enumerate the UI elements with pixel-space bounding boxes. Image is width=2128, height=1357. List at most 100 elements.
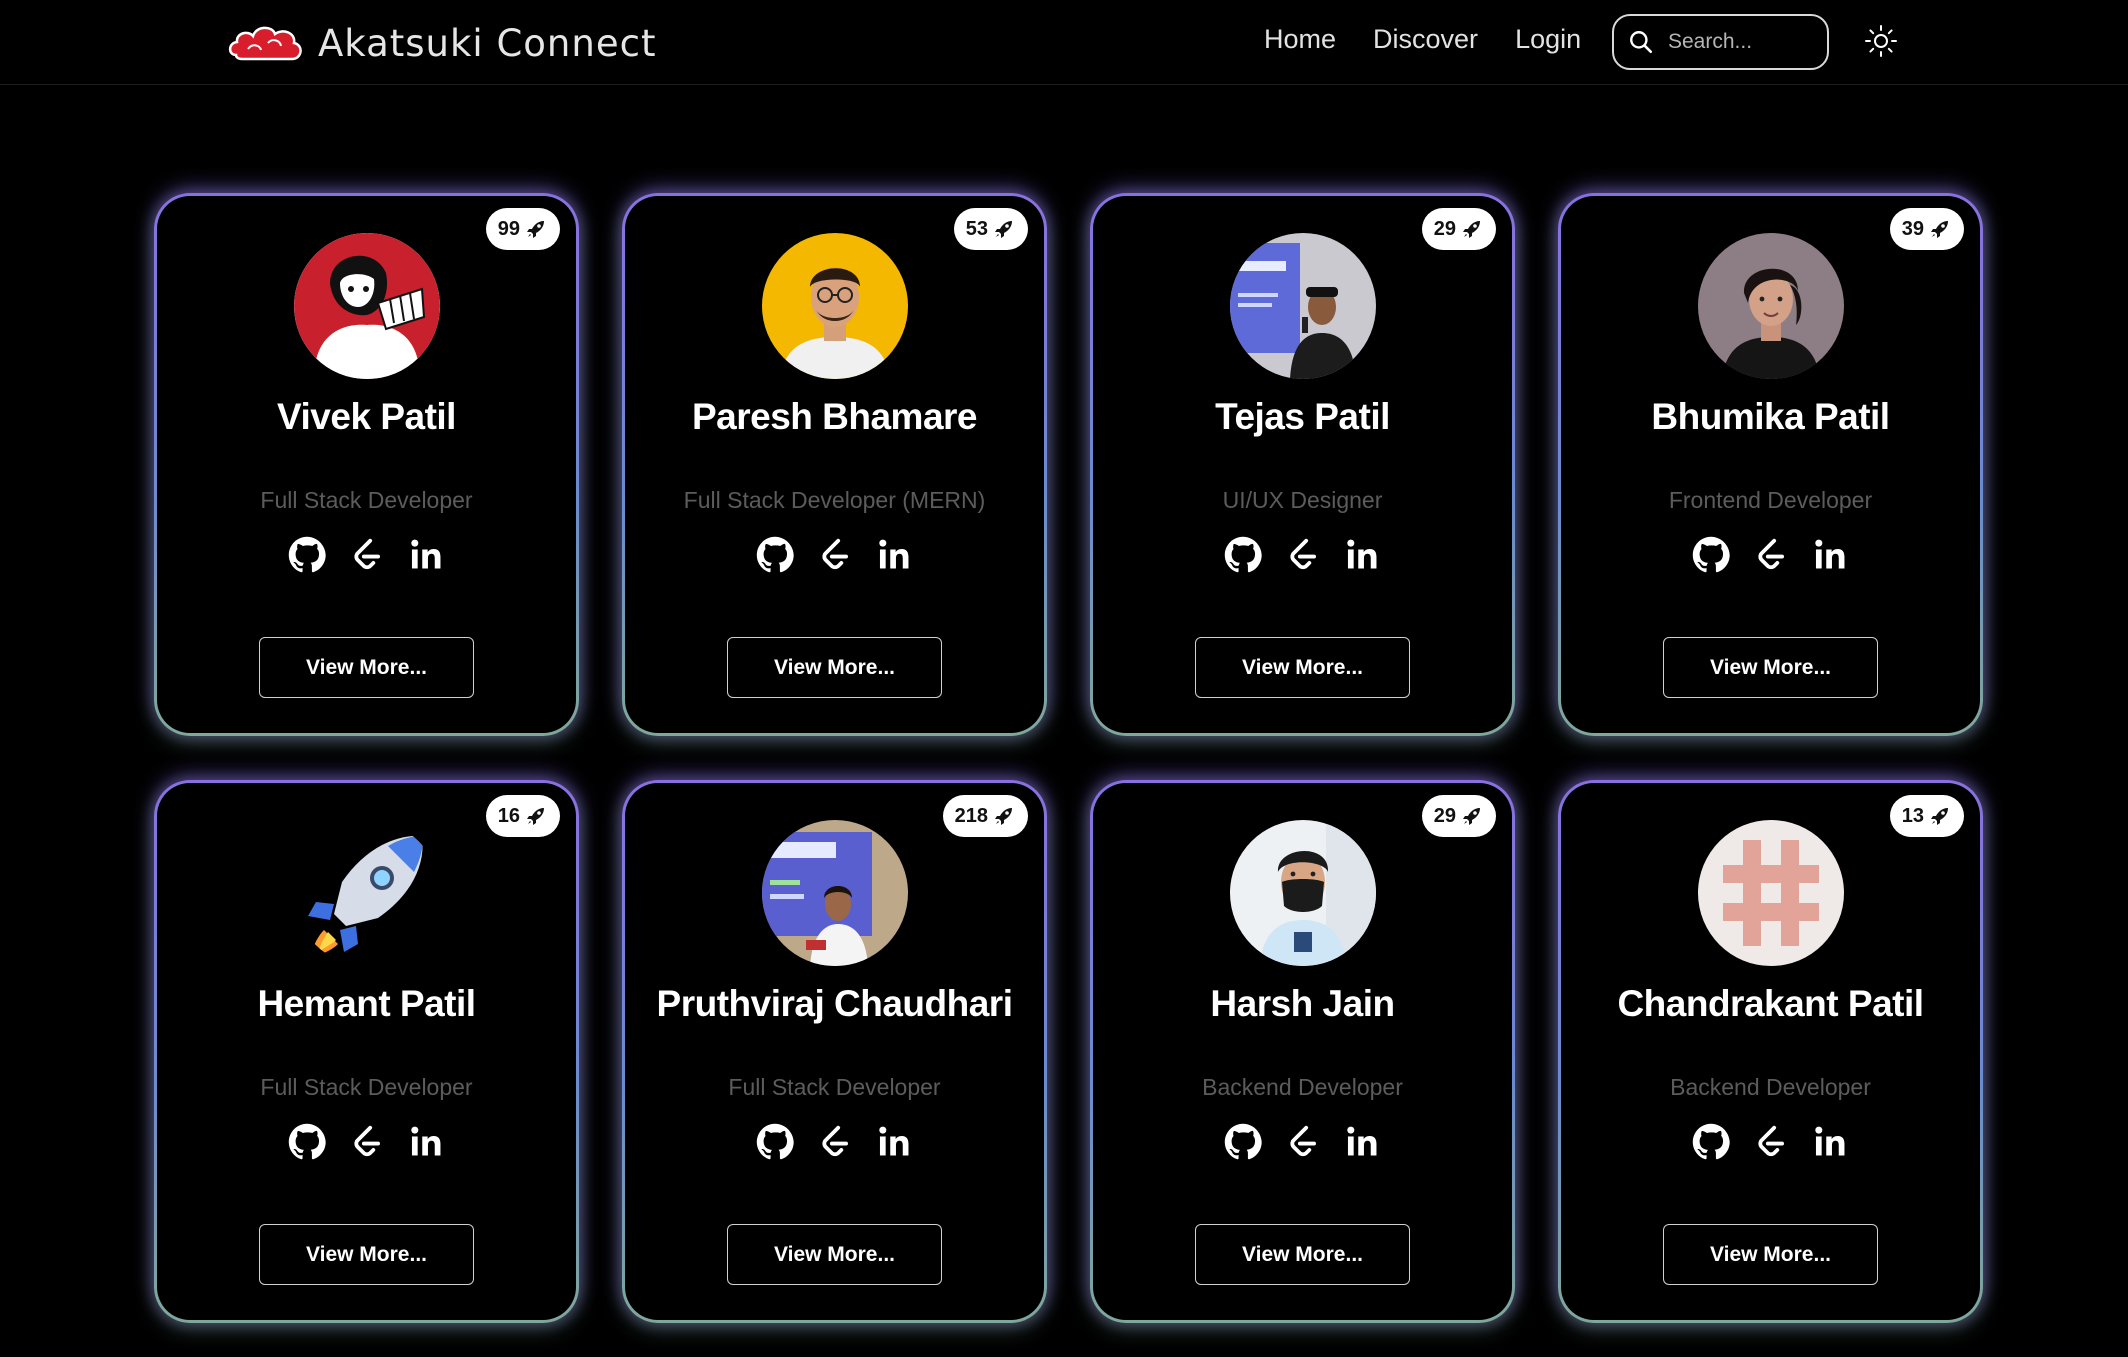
profile-grid: 99 Vivek Patil Full Stack Developer View… — [154, 193, 1984, 1323]
view-more-button[interactable]: View More... — [259, 1224, 474, 1285]
rocket-count-badge[interactable]: 53 — [953, 208, 1028, 250]
rocket-count: 29 — [1433, 217, 1456, 240]
rocket-count-badge[interactable]: 218 — [942, 795, 1028, 837]
linkedin-icon — [878, 539, 908, 569]
linkedin-link[interactable] — [1812, 1123, 1850, 1161]
search-input[interactable] — [1668, 30, 1808, 54]
leetcode-link[interactable] — [1752, 1123, 1790, 1161]
nav-links: Home Discover Login — [1264, 24, 1618, 55]
rocket-count-badge[interactable]: 16 — [485, 795, 560, 837]
search-box[interactable] — [1612, 14, 1829, 70]
rocket-count: 13 — [1901, 804, 1924, 827]
nav-discover[interactable]: Discover — [1373, 24, 1478, 55]
leetcode-link[interactable] — [1284, 1123, 1322, 1161]
github-link[interactable] — [1692, 1123, 1730, 1161]
sun-icon[interactable] — [1864, 24, 1898, 58]
github-link[interactable] — [1692, 536, 1730, 574]
leetcode-link[interactable] — [1752, 536, 1790, 574]
github-icon — [1692, 1123, 1730, 1160]
rocket-count-badge[interactable]: 13 — [1889, 795, 1964, 837]
github-link[interactable] — [756, 536, 794, 574]
photo-avatar — [761, 820, 908, 966]
github-link[interactable] — [288, 1123, 326, 1161]
profile-card: 29 Tejas Patil UI/UX Designer View More.… — [1090, 193, 1515, 736]
linkedin-icon — [1814, 539, 1844, 569]
leetcode-link[interactable] — [348, 536, 386, 574]
leetcode-icon — [1757, 1125, 1784, 1157]
linkedin-icon — [878, 1126, 908, 1156]
profile-role: Full Stack Developer — [728, 1074, 941, 1100]
leetcode-link[interactable] — [1284, 536, 1322, 574]
view-more-button[interactable]: View More... — [1195, 637, 1410, 698]
github-link[interactable] — [288, 536, 326, 574]
profile-name: Chandrakant Patil — [1617, 983, 1924, 1024]
github-link[interactable] — [1224, 536, 1262, 574]
view-more-button[interactable]: View More... — [259, 637, 474, 698]
rocket-count-badge[interactable]: 99 — [485, 208, 560, 250]
profile-name: Pruthviraj Chaudhari — [656, 983, 1013, 1024]
profile-name: Bhumika Patil — [1651, 396, 1890, 437]
linkedin-link[interactable] — [408, 1123, 446, 1161]
profile-role: Full Stack Developer (MERN) — [683, 487, 986, 513]
navbar: Akatsuki Connect Home Discover Login — [0, 0, 2128, 85]
view-more-button[interactable]: View More... — [1663, 637, 1878, 698]
rocket-icon — [1931, 221, 1948, 238]
linkedin-link[interactable] — [876, 1123, 914, 1161]
nav-home[interactable]: Home — [1264, 24, 1336, 55]
profile-name: Tejas Patil — [1215, 396, 1390, 437]
avatar — [293, 820, 440, 966]
rocket-count-badge[interactable]: 29 — [1421, 795, 1496, 837]
profile-role: Backend Developer — [1670, 1074, 1871, 1100]
linkedin-link[interactable] — [1344, 1123, 1382, 1161]
avatar — [293, 233, 440, 379]
leetcode-icon — [821, 538, 848, 570]
rocket-emoji-avatar — [293, 820, 440, 966]
profile-role: Full Stack Developer — [260, 1074, 473, 1100]
nav-login[interactable]: Login — [1515, 24, 1581, 55]
rocket-count: 218 — [954, 804, 988, 827]
linkedin-icon — [1346, 539, 1376, 569]
rocket-icon — [995, 221, 1012, 238]
linkedin-link[interactable] — [1812, 536, 1850, 574]
linkedin-link[interactable] — [408, 536, 446, 574]
photo-avatar — [1229, 233, 1376, 379]
rocket-count: 99 — [497, 217, 520, 240]
leetcode-icon — [353, 1125, 380, 1157]
social-links — [157, 1123, 576, 1161]
profile-card: 16 Hemant Patil Full Stack Developer Vie… — [154, 780, 579, 1323]
linkedin-link[interactable] — [1344, 536, 1382, 574]
profile-name: Paresh Bhamare — [691, 396, 978, 437]
profile-card: 218 Pruthviraj Chaudhari Full Stack Deve… — [622, 780, 1047, 1323]
social-links — [1093, 536, 1512, 574]
leetcode-icon — [1289, 1125, 1316, 1157]
linkedin-link[interactable] — [876, 536, 914, 574]
social-links — [625, 536, 1044, 574]
view-more-button[interactable]: View More... — [727, 637, 942, 698]
rocket-count-badge[interactable]: 29 — [1421, 208, 1496, 250]
avatar — [1229, 820, 1376, 966]
profile-role: UI/UX Designer — [1222, 487, 1383, 513]
github-link[interactable] — [1224, 1123, 1262, 1161]
rocket-count-badge[interactable]: 39 — [1889, 208, 1964, 250]
view-more-button[interactable]: View More... — [1663, 1224, 1878, 1285]
brand[interactable]: Akatsuki Connect — [228, 18, 656, 68]
view-more-button[interactable]: View More... — [1195, 1224, 1410, 1285]
avatar — [1229, 233, 1376, 379]
avatar — [761, 233, 908, 379]
rocket-icon — [1931, 808, 1948, 825]
rocket-icon — [1463, 221, 1480, 238]
leetcode-link[interactable] — [348, 1123, 386, 1161]
profile-name: Hemant Patil — [257, 983, 476, 1024]
leetcode-link[interactable] — [816, 536, 854, 574]
social-links — [157, 536, 576, 574]
identicon-avatar — [1697, 820, 1844, 966]
github-icon — [1224, 536, 1262, 573]
leetcode-icon — [1757, 538, 1784, 570]
social-links — [1093, 1123, 1512, 1161]
rocket-count: 39 — [1901, 217, 1924, 240]
view-more-button[interactable]: View More... — [727, 1224, 942, 1285]
search-icon — [1630, 31, 1653, 54]
github-link[interactable] — [756, 1123, 794, 1161]
leetcode-link[interactable] — [816, 1123, 854, 1161]
photo-avatar — [1229, 820, 1376, 966]
